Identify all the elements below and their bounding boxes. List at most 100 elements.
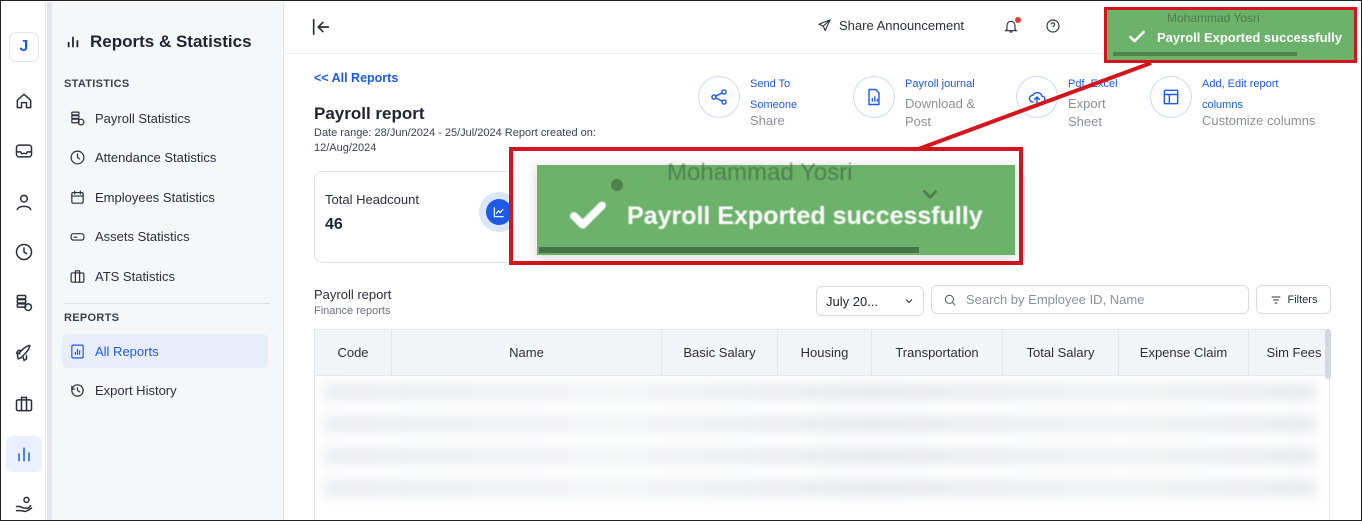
customize-columns-action[interactable]: Add, Edit report columns Customize colum… (1150, 74, 1315, 130)
rocket-icon[interactable] (9, 338, 39, 368)
help-button[interactable] (1045, 18, 1063, 36)
home-icon[interactable] (9, 86, 39, 116)
bar-chart-icon (67, 36, 79, 48)
sidebar-item-label: Attendance Statistics (95, 149, 217, 165)
column-header-code[interactable]: Code (315, 330, 392, 375)
toast-notification[interactable]: Mohammad Yosri Payroll Exported successf… (1104, 7, 1357, 63)
sidebar-item-all-reports[interactable]: All Reports (62, 334, 268, 368)
sidebar-title: Reports & Statistics (66, 32, 252, 52)
collapse-sidebar-button[interactable] (310, 16, 334, 40)
table-row[interactable] (323, 384, 1318, 400)
toast-progress-bar (1113, 52, 1297, 56)
sidebar-item-label: Export History (95, 382, 177, 398)
month-select[interactable]: July 20... (816, 286, 924, 316)
column-header-expense-claim[interactable]: Expense Claim (1119, 330, 1249, 375)
table-header: Code Name Basic Salary Housing Transport… (315, 330, 1329, 376)
briefcase-icon[interactable] (9, 389, 39, 419)
notification-dot (1015, 17, 1021, 23)
calendar-icon (71, 190, 84, 204)
filters-button[interactable]: Filters (1256, 285, 1331, 314)
search-box[interactable] (931, 285, 1249, 314)
history-icon (71, 383, 84, 397)
toast-message-text: Payroll Exported successfully (627, 201, 983, 230)
column-header-basic-salary[interactable]: Basic Salary (662, 330, 778, 375)
table-row[interactable] (323, 416, 1318, 432)
send-to-someone-action[interactable]: Send To Someone Share (698, 74, 797, 130)
clock-icon[interactable] (9, 237, 39, 267)
export-sheet-action[interactable]: Pdf, Excel Export Sheet (1016, 74, 1118, 131)
drive-icon (70, 232, 85, 241)
month-select-value: July 20... (826, 293, 879, 309)
toast-behind-text: Mohammad Yosri (667, 159, 853, 186)
sidebar-item-ats-statistics[interactable]: ATS Statistics (62, 259, 268, 293)
chevron-down-icon (905, 299, 913, 304)
filter-icon (1271, 296, 1281, 303)
status-dot (611, 179, 623, 191)
app-window: J Reports & Statistics STATISTICS Payrol… (0, 0, 1362, 521)
icon-rail: J (2, 2, 46, 520)
inbox-icon[interactable] (9, 136, 39, 166)
toast-message-text: Payroll Exported successfully (1157, 29, 1342, 45)
sidebar-item-payroll-statistics[interactable]: Payroll Statistics (62, 101, 268, 135)
sidebar-item-assets-statistics[interactable]: Assets Statistics (62, 219, 268, 253)
coins-icon[interactable] (9, 288, 39, 318)
section-reports: REPORTS (64, 312, 120, 324)
column-header-total-salary[interactable]: Total Salary (1003, 330, 1119, 375)
action-line3: Sheet (1068, 114, 1102, 129)
payroll-table: Code Name Basic Salary Housing Transport… (314, 329, 1330, 520)
sidebar-divider (64, 303, 270, 304)
check-icon (1129, 30, 1145, 43)
document-chart-icon (853, 76, 895, 118)
table-body-blurred (315, 376, 1329, 520)
search-icon (944, 294, 956, 306)
sidebar-item-export-history[interactable]: Export History (62, 373, 268, 407)
action-line1: Send To (750, 78, 791, 90)
notifications-button[interactable] (1003, 17, 1021, 36)
sidebar-item-label: Assets Statistics (95, 228, 190, 244)
table-scrollbar[interactable] (1325, 329, 1331, 379)
column-header-sim-fees[interactable]: Sim Fees (1249, 330, 1329, 375)
search-input[interactable] (966, 292, 1236, 307)
bar-chart-icon[interactable] (6, 436, 42, 472)
column-header-housing[interactable]: Housing (778, 330, 872, 375)
action-line2: Download & (905, 96, 976, 111)
cloud-upload-icon (1016, 76, 1058, 118)
card-value: 46 (325, 216, 343, 233)
sidebar-item-employees-statistics[interactable]: Employees Statistics (62, 180, 268, 214)
coins-icon (71, 111, 85, 125)
sidebar-item-attendance-statistics[interactable]: Attendance Statistics (62, 140, 268, 174)
action-line3: Share (750, 113, 785, 128)
share-announcement-label: Share Announcement (839, 18, 965, 33)
payroll-journal-action[interactable]: Payroll journal Download & Post (853, 74, 975, 131)
action-line3: Customize columns (1202, 113, 1316, 128)
sidebar-item-label: Employees Statistics (95, 189, 215, 205)
column-header-name[interactable]: Name (392, 330, 662, 375)
action-line2: Export (1068, 96, 1106, 111)
app-logo[interactable]: J (9, 32, 39, 62)
table-row[interactable] (323, 480, 1318, 496)
clock-icon (70, 150, 85, 164)
all-reports-link[interactable]: << All Reports (314, 71, 398, 85)
share-announcement-button[interactable]: Share Announcement (817, 18, 964, 33)
toast-notification-zoomed: Mohammad Yosri Payroll Exported successf… (537, 159, 1015, 255)
column-header-transportation[interactable]: Transportation (872, 330, 1003, 375)
sidebar-item-label: ATS Statistics (95, 268, 175, 284)
section-statistics: STATISTICS (64, 78, 130, 90)
toast-message: Payroll Exported successfully (1127, 27, 1342, 47)
toast-behind-text: Mohammad Yosri (1167, 11, 1260, 25)
help-icon (1046, 19, 1060, 33)
user-icon[interactable] (9, 187, 39, 217)
collapse-icon (312, 18, 330, 36)
report-chart-icon (71, 344, 84, 358)
filters-label: Filters (1287, 293, 1318, 306)
table-row[interactable] (323, 448, 1318, 464)
sidebar-item-label: All Reports (95, 343, 159, 359)
total-headcount-card: Total Headcount 46 (314, 171, 536, 263)
table-subtitle: Finance reports (314, 305, 391, 317)
hand-coin-icon[interactable] (9, 489, 39, 519)
sidebar-item-label: Payroll Statistics (95, 110, 191, 126)
action-line1: Add, Edit report (1202, 78, 1279, 90)
briefcase-icon (70, 269, 85, 283)
table-title: Payroll report (314, 287, 392, 302)
action-line1: Payroll journal (905, 78, 975, 90)
